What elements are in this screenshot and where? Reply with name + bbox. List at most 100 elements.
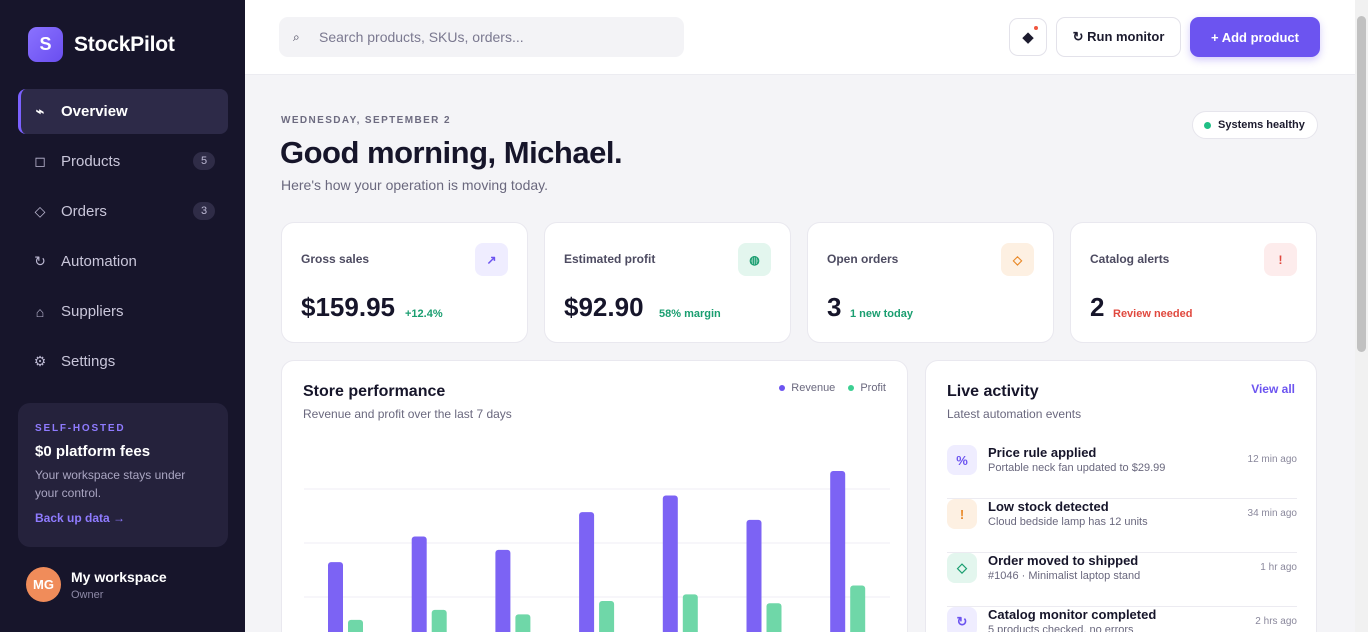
store-performance-card: Store performance Revenue and profit ove… [281, 360, 908, 632]
workspace-name: My workspace [71, 568, 167, 585]
bar-profit-6[interactable] [766, 603, 782, 632]
card-title: Store performance [303, 383, 446, 400]
backup-link[interactable]: Back up data → [35, 511, 125, 525]
notification-dot [1034, 26, 1038, 30]
bar-profit-1[interactable] [348, 619, 363, 632]
stat-value: $159.95 [301, 292, 395, 322]
coins-icon: ◍ [738, 243, 771, 276]
sidebar-item-suppliers[interactable]: ⌂ Suppliers [18, 289, 228, 334]
activity-description: Cloud bedside lamp has 12 units [988, 516, 1148, 528]
sidebar: S StockPilot ⌁ Overview ◻ Products 5 ◇ O… [0, 0, 245, 632]
activity-time: 2 hrs ago [1255, 616, 1297, 627]
stat-delta: +12.4% [405, 308, 443, 320]
live-activity-card: Live activity Latest automation events V… [925, 360, 1317, 632]
search-input[interactable] [319, 29, 659, 45]
sidebar-item-label: Automation [61, 253, 137, 270]
card-title: Live activity [947, 383, 1039, 400]
stat-card-estimated-profit[interactable]: Estimated profit ◍ $92.90 58% margin [544, 222, 791, 343]
bar-profit-7[interactable] [850, 585, 866, 632]
stat-label: Gross sales [301, 252, 370, 266]
activity-item[interactable]: ◇ Order moved to shipped #1046 · Minimal… [947, 553, 1297, 607]
activity-description: #1046 · Minimalist laptop stand [988, 570, 1141, 582]
activity-time: 34 min ago [1247, 508, 1297, 519]
legend-dot [848, 385, 855, 392]
page-subtitle: Here's how your operation is moving toda… [281, 177, 548, 193]
stat-card-catalog-alerts[interactable]: Catalog alerts ! 2 Review needed [1070, 222, 1317, 343]
promo-title: $0 platform fees [35, 443, 151, 460]
avatar: MG [26, 567, 61, 602]
stat-label: Open orders [827, 252, 899, 266]
scrollbar[interactable] [1355, 0, 1368, 632]
refresh-icon: ↻ [947, 607, 977, 632]
alert-icon: ! [1264, 243, 1297, 276]
trend-up-icon: ↗ [475, 243, 508, 276]
stat-label: Estimated profit [564, 252, 656, 266]
bar-chart-svg [304, 471, 890, 632]
bar-chart [304, 451, 890, 632]
current-date: WEDNESDAY, SEPTEMBER 2 [281, 115, 451, 126]
chart-legend: Revenue Profit [779, 382, 886, 394]
sidebar-item-settings[interactable]: ⚙ Settings [18, 339, 228, 384]
stat-delta: Review needed [1113, 308, 1193, 320]
refresh-icon: ↻ [34, 253, 46, 269]
pulse-icon: ⌁ [35, 103, 45, 119]
legend-label: Revenue [791, 382, 836, 394]
search-box[interactable]: ⌕ [279, 17, 684, 57]
bar-revenue-4[interactable] [579, 512, 595, 632]
brand-logo: S [28, 27, 63, 62]
activity-item[interactable]: % Price rule applied Portable neck fan u… [947, 445, 1297, 499]
sidebar-item-orders[interactable]: ◇ Orders 3 [18, 189, 228, 234]
sidebar-item-label: Orders [61, 203, 107, 220]
sidebar-item-products[interactable]: ◻ Products 5 [18, 139, 228, 184]
activity-item[interactable]: ! Low stock detected Cloud bedside lamp … [947, 499, 1297, 553]
page-title: Good morning, Michael. [280, 135, 623, 170]
stat-value: $92.90 [564, 292, 644, 322]
promo-tag: SELF-HOSTED [35, 423, 126, 434]
add-product-button[interactable]: + Add product [1190, 17, 1320, 57]
notifications-button[interactable]: ◆ [1009, 18, 1047, 56]
notification-icon: ◆ [1022, 29, 1034, 46]
stat-delta: 1 new today [850, 308, 913, 320]
bar-profit-5[interactable] [682, 594, 698, 632]
sidebar-item-label: Suppliers [61, 303, 124, 320]
stat-value: 2 [1090, 292, 1105, 322]
count-badge: 3 [193, 202, 215, 220]
bar-profit-3[interactable] [515, 614, 531, 632]
activity-time: 1 hr ago [1260, 562, 1297, 573]
sidebar-nav: ⌁ Overview ◻ Products 5 ◇ Orders 3 ↻ Aut… [18, 89, 228, 389]
stat-card-gross-sales[interactable]: Gross sales ↗ $159.95 +12.4% [281, 222, 528, 343]
sidebar-item-label: Settings [61, 353, 116, 370]
diamond-icon: ◇ [947, 553, 977, 583]
bar-revenue-7[interactable] [830, 471, 846, 632]
card-subtitle: Revenue and profit over the last 7 days [303, 407, 512, 421]
activity-title: Order moved to shipped [988, 553, 1139, 568]
legend-dot [779, 385, 786, 392]
view-all-link[interactable]: View all [1251, 382, 1295, 396]
home-icon: ⌂ [35, 303, 45, 320]
diamond-icon: ◇ [34, 203, 46, 219]
activity-title: Catalog monitor completed [988, 607, 1157, 622]
status-label: Systems healthy [1218, 119, 1305, 131]
bar-profit-4[interactable] [599, 601, 615, 632]
bar-revenue-1[interactable] [328, 562, 343, 632]
bar-revenue-3[interactable] [495, 549, 511, 632]
promo-card: SELF-HOSTED $0 platform fees Your worksp… [18, 403, 228, 547]
activity-title: Price rule applied [988, 445, 1097, 460]
scrollbar-thumb[interactable] [1357, 16, 1366, 352]
bar-revenue-6[interactable] [746, 519, 762, 632]
stat-card-open-orders[interactable]: Open orders ◇ 3 1 new today [807, 222, 1054, 343]
activity-item[interactable]: ↻ Catalog monitor completed 5 products c… [947, 607, 1297, 632]
sidebar-item-label: Overview [61, 103, 128, 120]
run-monitor-button[interactable]: ↻ Run monitor [1056, 17, 1181, 57]
workspace-switcher[interactable]: MG My workspace Owner [26, 567, 167, 602]
bar-revenue-5[interactable] [662, 495, 678, 632]
brand[interactable]: S StockPilot [28, 27, 175, 62]
topbar: ⌕ ◆ ↻ Run monitor + Add product [245, 0, 1355, 75]
workspace-role: Owner [71, 588, 104, 601]
activity-time: 12 min ago [1247, 454, 1297, 465]
bar-revenue-2[interactable] [411, 536, 427, 632]
sidebar-item-automation[interactable]: ↻ Automation [18, 239, 228, 284]
sidebar-item-overview[interactable]: ⌁ Overview [18, 89, 228, 134]
bar-profit-2[interactable] [431, 609, 447, 632]
card-subtitle: Latest automation events [947, 407, 1082, 421]
